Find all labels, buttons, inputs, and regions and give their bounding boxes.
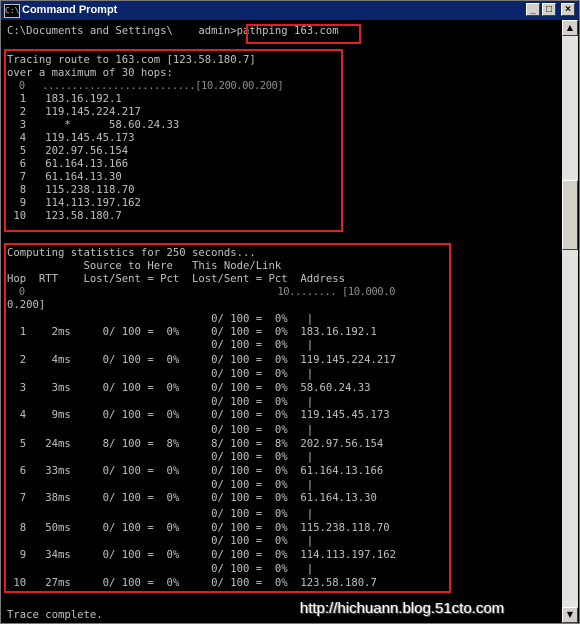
console-line: 8 50ms 0/ 100 = 0% 0/ 100 = 0% 115.238.1… [7,522,390,534]
console-line: 0/ 100 = 0% | [7,479,314,491]
command-prompt-window: C:\ Command Prompt _ □ × C:\Documents an… [0,0,580,624]
console-line: 7 61.164.13.30 [7,171,122,183]
console-line: Source to Here This Node/Link [7,260,282,272]
console-line: 9 34ms 0/ 100 = 0% 0/ 100 = 0% 114.113.1… [7,549,397,561]
prompt-text: C:\Documents and Settings\ admin> [7,25,237,37]
console-line: 6 61.164.13.166 [7,158,129,170]
console-line: Computing statistics for 250 seconds... [7,247,256,259]
console-line: 0/ 100 = 0% | [7,368,314,380]
console-line: 0/ 100 = 0% | [7,313,314,325]
console-line: 10 27ms 0/ 100 = 0% 0/ 100 = 0% 123.58.1… [7,577,377,589]
scroll-up-icon[interactable]: ▲ [562,20,578,36]
command-text: pathping 163.com [236,25,339,37]
close-button[interactable]: × [561,3,575,16]
console-line: 0/ 100 = 0% | [7,563,314,575]
maximize-button[interactable]: □ [542,3,556,16]
console-line: 0/ 100 = 0% | [7,339,314,351]
console-line: 10 123.58.180.7 [7,210,122,222]
console-line: 8 115.238.118.70 [7,184,135,196]
console-line: 3 * 58.60.24.33 [7,119,180,131]
console-line: 2 4ms 0/ 100 = 0% 0/ 100 = 0% 119.145.22… [7,354,397,366]
console-line: 0 ..........................[10.200.00.2… [7,80,284,92]
console-line: Tracing route to 163.com [123.58.180.7] [7,54,256,66]
console-line: Hop RTT Lost/Sent = Pct Lost/Sent = Pct … [7,273,346,285]
watermark-text: http://hichuann.blog.51cto.com [300,600,505,617]
console-line: 5 202.97.56.154 [7,145,129,157]
console-line: 1 2ms 0/ 100 = 0% 0/ 100 = 0% 183.16.192… [7,326,377,338]
console-line: 1 183.16.192.1 [7,93,122,105]
command-line: C:\Documents and Settings\ admin>pathpin… [7,25,339,38]
window-title: Command Prompt [22,4,118,16]
scroll-thumb[interactable] [562,180,578,250]
console-line: 7 38ms 0/ 100 = 0% 0/ 100 = 0% 61.164.13… [7,492,377,504]
console-line: 4 119.145.45.173 [7,132,135,144]
cmd-icon: C:\ [4,4,20,18]
console-line: 5 24ms 8/ 100 = 8% 8/ 100 = 8% 202.97.56… [7,438,384,450]
vertical-scrollbar[interactable]: ▲ ▼ [562,20,578,623]
console-output[interactable]: C:\Documents and Settings\ admin>pathpin… [1,20,562,623]
console-line: 0/ 100 = 0% | [7,535,314,547]
console-line: 0/ 100 = 0% | [7,424,314,436]
console-line: 0.200] [7,299,46,311]
console-line: 3 3ms 0/ 100 = 0% 0/ 100 = 0% 58.60.24.3… [7,382,371,394]
console-line: 6 33ms 0/ 100 = 0% 0/ 100 = 0% 61.164.13… [7,465,384,477]
console-line: 0 10........ [10.000.0 [7,286,396,298]
console-line: 0/ 100 = 0% | [7,396,314,408]
console-line: 9 114.113.197.162 [7,197,141,209]
console-line: 0/ 100 = 0% | [7,451,314,463]
console-line: 2 119.145.224.217 [7,106,141,118]
console-line: over a maximum of 30 hops: [7,67,173,79]
minimize-button[interactable]: _ [526,3,540,16]
console-line: 0/ 100 = 0% | [7,508,314,520]
scroll-down-icon[interactable]: ▼ [562,607,578,623]
console-line: Trace complete. [7,609,103,621]
console-line: 4 9ms 0/ 100 = 0% 0/ 100 = 0% 119.145.45… [7,409,390,421]
title-bar[interactable]: C:\ Command Prompt _ □ × [1,1,579,20]
